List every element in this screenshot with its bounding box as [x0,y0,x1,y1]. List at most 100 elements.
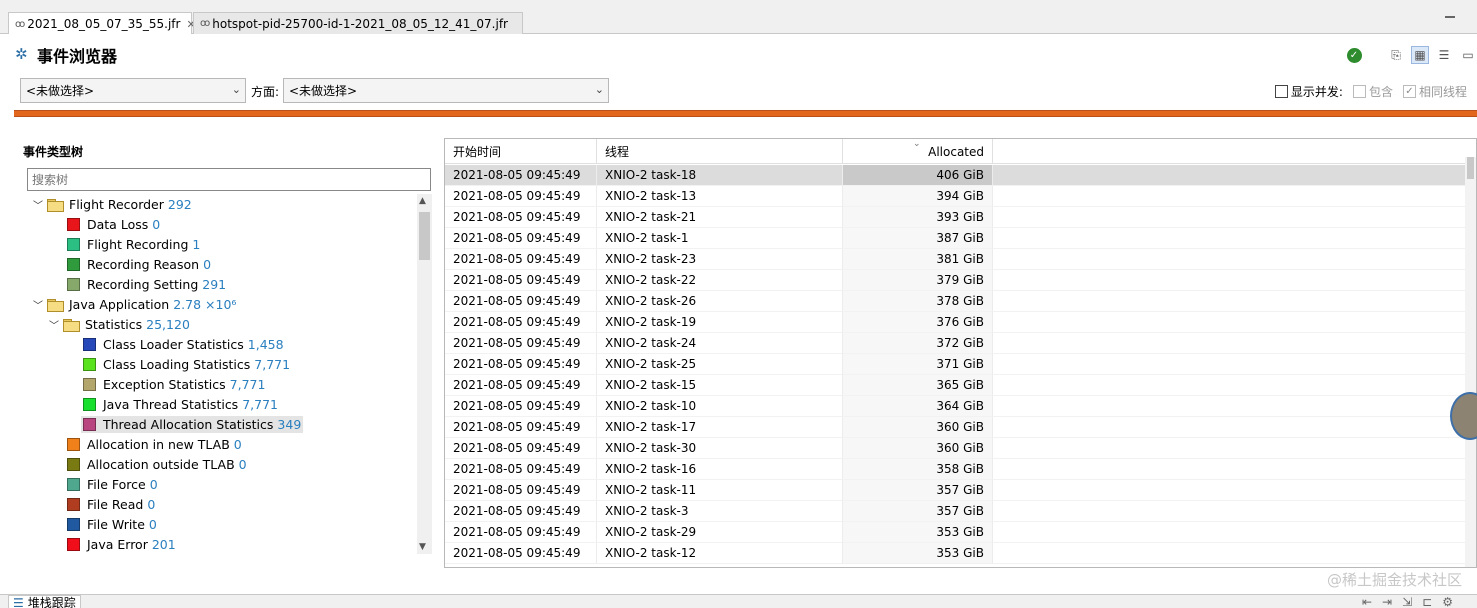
tab-recording-1[interactable]: oo 2021_08_05_07_35_55.jfr ✕ [8,12,196,35]
cell-allocated: 364 GiB [843,396,993,417]
cell-start-time: 2021-08-05 09:45:49 [445,480,597,501]
tree-item-label: Java Application [69,296,170,312]
tree-item[interactable]: Flight Recording 1 [65,234,202,254]
cell-allocated: 394 GiB [843,186,993,207]
cell-thread: XNIO-2 task-24 [597,333,843,354]
checkbox-box[interactable] [1352,85,1366,98]
table-row[interactable]: 2021-08-05 09:45:49 XNIO-2 task-17 360 GiB [445,417,1465,438]
chevron-down-icon[interactable]: ﹀ [47,317,61,332]
tree-layout-icon[interactable]: ⊏ [1422,595,1432,608]
tree-item[interactable]: File Read 0 [65,494,157,514]
cell-allocated: 358 GiB [843,459,993,480]
collapse-icon[interactable]: ⇤ [1362,595,1372,608]
tab-stack-trace[interactable]: ☰ 堆栈跟踪 [8,595,81,608]
scroll-down-icon[interactable]: ▼ [419,542,426,552]
table-row[interactable]: 2021-08-05 09:45:49 XNIO-2 task-26 378 GiB [445,291,1465,312]
cell-filler [993,522,1465,543]
column-header-start-time[interactable]: 开始时间 [445,139,597,164]
table-row[interactable]: 2021-08-05 09:45:49 XNIO-2 task-3 357 GiB [445,501,1465,522]
tree-item[interactable]: Data Loss 0 [65,214,162,234]
tree-item[interactable]: Class Loading Statistics 7,771 [81,354,292,374]
tree-item-label: Thread Allocation Statistics [103,416,274,432]
table-row[interactable]: 2021-08-05 09:45:49 XNIO-2 task-23 381 GiB [445,249,1465,270]
show-concurrent-checkbox[interactable]: 显示并发: [1274,83,1343,100]
tree-item[interactable]: Recording Setting 291 [65,274,228,294]
column-header-thread[interactable]: 线程 [597,139,843,164]
table-row[interactable]: 2021-08-05 09:45:49 XNIO-2 task-24 372 GiB [445,333,1465,354]
tree-item[interactable]: Java Error 201 [65,534,178,554]
cell-thread: XNIO-2 task-10 [597,396,843,417]
cell-thread: XNIO-2 task-30 [597,438,843,459]
tree-item-label-wrap: Allocation in new TLAB 0 [65,436,244,453]
cell-start-time: 2021-08-05 09:45:49 [445,165,597,186]
expand-icon[interactable]: ⇥ [1382,595,1392,608]
layout-list-icon[interactable]: ☰ [1435,46,1453,64]
recording-icon: oo [200,18,210,29]
view-menu-icon[interactable]: ⚙ [1442,595,1453,608]
same-thread-checkbox[interactable]: ✓ 相同线程 [1402,83,1467,100]
table-row[interactable]: 2021-08-05 09:45:49 XNIO-2 task-30 360 GiB [445,438,1465,459]
cell-filler [993,312,1465,333]
tree-search-input[interactable] [27,168,431,191]
table-row[interactable]: 2021-08-05 09:45:49 XNIO-2 task-10 364 GiB [445,396,1465,417]
export-icon[interactable]: ⎘ [1387,46,1405,64]
table-row[interactable]: 2021-08-05 09:45:49 XNIO-2 task-25 371 GiB [445,354,1465,375]
table-row[interactable]: 2021-08-05 09:45:49 XNIO-2 task-11 357 GiB [445,480,1465,501]
group-icon[interactable]: ⇲ [1402,595,1412,608]
layout-single-icon[interactable]: ▭ [1459,46,1477,64]
checkbox-box[interactable] [1274,85,1288,98]
tree-item-label-wrap: Statistics 25,120 [83,316,192,333]
table-row[interactable]: 2021-08-05 09:45:49 XNIO-2 task-1 387 GiB [445,228,1465,249]
tree-scrollbar[interactable]: ▲ ▼ [417,194,432,554]
tree-item[interactable]: Exception Statistics 7,771 [81,374,267,394]
tree-item-count: 292 [167,196,192,212]
aspect-combo[interactable]: <未做选择> ⌄ [283,78,609,103]
tree-item-label-wrap: Recording Setting 291 [65,276,228,293]
table-scrollbar[interactable] [1465,157,1476,567]
event-color-swatch [83,337,96,351]
tree-item[interactable]: Java Thread Statistics 7,771 [81,394,280,414]
tree-item[interactable]: ﹀ Flight Recorder 292 [31,194,194,214]
minimize-icon[interactable] [1445,16,1455,19]
tree-item[interactable]: Class Loader Statistics 1,458 [81,334,286,354]
tree-item[interactable]: ﹀ Statistics 25,120 [47,314,192,334]
checkbox-box[interactable]: ✓ [1402,85,1416,98]
chevron-down-icon[interactable]: ﹀ [31,197,45,212]
timeline-bar[interactable] [14,110,1477,117]
tree-item[interactable]: Allocation in new TLAB 0 [65,434,244,454]
tree-item[interactable]: Thread Allocation Statistics 349 [81,414,304,434]
scroll-thumb[interactable] [1467,157,1474,179]
table-row[interactable]: 2021-08-05 09:45:49 XNIO-2 task-29 353 GiB [445,522,1465,543]
folder-icon [63,318,80,332]
layout-grid-icon[interactable]: ▦ [1411,46,1429,64]
table-row[interactable]: 2021-08-05 09:45:49 XNIO-2 task-16 358 GiB [445,459,1465,480]
tree-item-count: 7,771 [254,356,291,372]
table-row[interactable]: 2021-08-05 09:45:49 XNIO-2 task-18 406 GiB [445,165,1465,186]
selection-combo[interactable]: <未做选择> ⌄ [20,78,246,103]
cell-allocated: 378 GiB [843,291,993,312]
scroll-up-icon[interactable]: ▲ [419,196,426,206]
scroll-thumb[interactable] [419,212,430,260]
tree-item[interactable]: ﹀ Java Application 2.78 ×10⁶ [31,294,238,314]
tree-item-label: File Read [87,496,144,512]
tree-item[interactable]: Recording Reason 0 [65,254,213,274]
table-row[interactable]: 2021-08-05 09:45:49 XNIO-2 task-22 379 GiB [445,270,1465,291]
table-row[interactable]: 2021-08-05 09:45:49 XNIO-2 task-15 365 GiB [445,375,1465,396]
table-row[interactable]: 2021-08-05 09:45:49 XNIO-2 task-13 394 GiB [445,186,1465,207]
cell-start-time: 2021-08-05 09:45:49 [445,459,597,480]
tree-item[interactable]: Allocation outside TLAB 0 [65,454,249,474]
tree-item[interactable]: File Write 0 [65,514,159,534]
tree-item-label-wrap: Flight Recorder 292 [67,196,194,213]
cell-allocated: 372 GiB [843,333,993,354]
tree-item[interactable]: File Force 0 [65,474,160,494]
table-row[interactable]: 2021-08-05 09:45:49 XNIO-2 task-21 393 GiB [445,207,1465,228]
table-row[interactable]: 2021-08-05 09:45:49 XNIO-2 task-19 376 GiB [445,312,1465,333]
table-row[interactable]: 2021-08-05 09:45:49 XNIO-2 task-12 353 GiB [445,543,1465,564]
tab-recording-2[interactable]: oo hotspot-pid-25700-id-1-2021_08_05_12_… [193,12,523,34]
tree-item-label-wrap: Class Loader Statistics 1,458 [81,336,286,353]
chevron-down-icon[interactable]: ﹀ [31,297,45,312]
selection-value: <未做选择> [26,84,95,98]
contains-checkbox[interactable]: 包含 [1352,83,1393,100]
tree-item-label-wrap: Java Thread Statistics 7,771 [81,396,280,413]
